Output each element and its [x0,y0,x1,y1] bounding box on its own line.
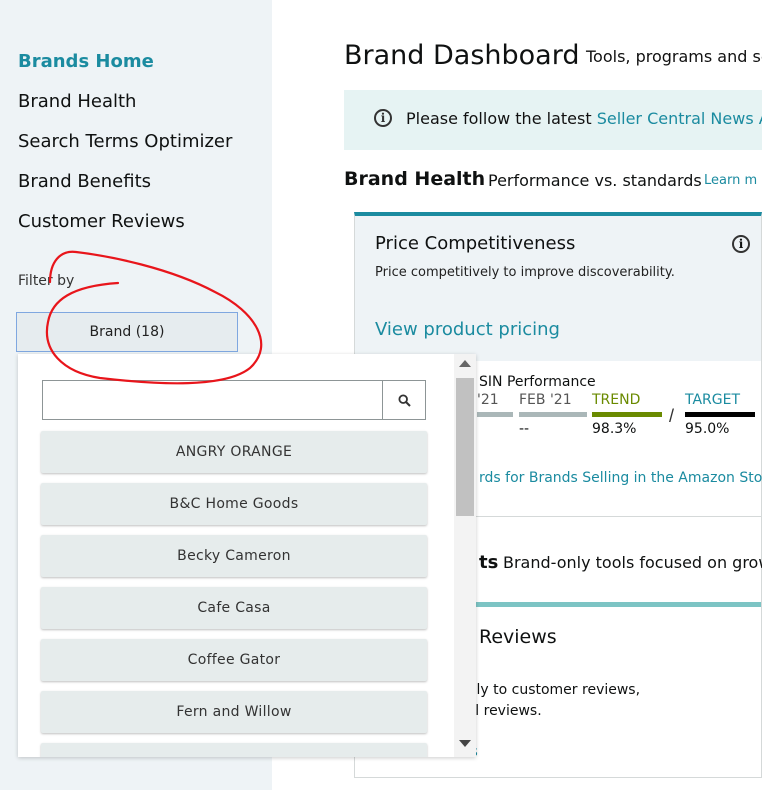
scroll-down-arrow-icon[interactable] [459,740,471,747]
banner-text: Please follow the latest Seller Central … [406,109,762,128]
brand-option[interactable] [41,743,427,757]
brand-benefits-subtitle: Brand-only tools focused on growi [503,553,762,572]
slash-separator: / [669,406,675,426]
search-icon [397,393,411,407]
sidebar-item-brands-home[interactable]: Brands Home [18,51,154,72]
metric-column: FEB '21 -- [519,392,587,437]
brand-option[interactable]: Coffee Gator [41,639,427,681]
trend-column: TREND 98.3% [592,392,662,437]
metric-bar [477,412,513,417]
reviews-desc-line: eply to customer reviews, [459,682,641,698]
brand-health-subtitle: Performance vs. standards [488,171,702,190]
scroll-thumb[interactable] [456,378,474,516]
learn-more-link[interactable]: Learn m [704,173,757,188]
view-product-pricing-link[interactable]: View product pricing [375,319,560,340]
trend-value: 98.3% [592,421,637,437]
page-title: Brand Dashboard [344,40,580,71]
brand-search-input[interactable] [43,381,383,419]
brand-health-title: Brand Health [344,168,486,190]
brand-dropdown: ANGRY ORANGE B&C Home Goods Becky Camero… [18,354,476,757]
reviews-desc-line: cal reviews. [459,703,542,719]
banner-text-prefix: Please follow the latest [406,109,597,128]
brand-filter-button[interactable]: Brand (18) [16,312,238,352]
sidebar-item-customer-reviews[interactable]: Customer Reviews [18,211,185,232]
metric-bar [519,412,587,417]
target-column: TARGET 95.0% [685,392,755,437]
dropdown-scrollbar[interactable] [454,354,476,757]
brand-standards-link[interactable]: rds for Brands Selling in the Amazon Sto [479,470,762,486]
search-button[interactable] [382,381,425,419]
trend-bar [592,412,662,417]
brand-option[interactable]: ANGRY ORANGE [41,431,427,473]
trend-header: TREND [592,392,641,408]
card-header: Price Competitiveness Price competitivel… [355,216,761,361]
info-banner: i Please follow the latest Seller Centra… [344,90,762,150]
metric-column: '21 [477,392,513,421]
target-header: TARGET [685,392,741,408]
sidebar-item-brand-benefits[interactable]: Brand Benefits [18,171,151,192]
brand-option[interactable]: B&C Home Goods [41,483,427,525]
info-icon[interactable]: i [732,235,750,253]
filter-label: Filter by [18,273,75,289]
metric-header: '21 [477,392,499,408]
metric-value: -- [519,421,530,437]
brand-option[interactable]: Fern and Willow [41,691,427,733]
brand-option[interactable]: Becky Cameron [41,535,427,577]
brand-option[interactable]: Cafe Casa [41,587,427,629]
customer-reviews-description: eply to customer reviews, cal reviews. [459,680,640,722]
asin-performance-title: SIN Performance [479,374,596,390]
metric-header: FEB '21 [519,392,572,408]
scroll-up-arrow-icon[interactable] [459,360,471,367]
sidebar-item-search-terms-optimizer[interactable]: Search Terms Optimizer [18,131,232,152]
customer-reviews-title: Reviews [479,626,557,648]
page-subtitle: Tools, programs and se [586,47,762,66]
card-description: Price competitively to improve discovera… [375,265,675,280]
target-bar [685,412,755,417]
sidebar-item-brand-health[interactable]: Brand Health [18,91,136,112]
brand-search-box [42,380,426,420]
brand-benefits-title: ts [479,552,499,573]
seller-central-news-link[interactable]: Seller Central News An [597,109,762,128]
target-value: 95.0% [685,421,730,437]
card-title: Price Competitiveness [375,233,576,254]
info-icon: i [374,109,392,127]
